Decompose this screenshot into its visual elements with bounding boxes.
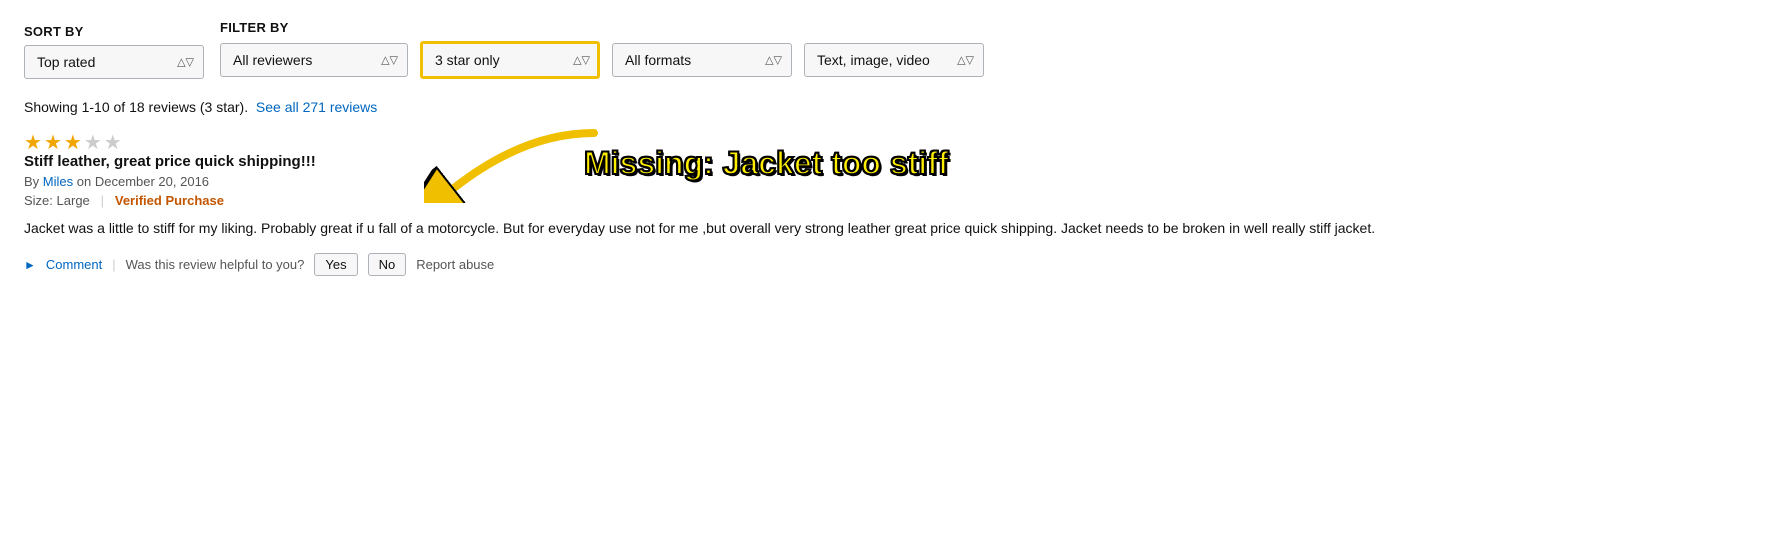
review-footer: ► Comment | Was this review helpful to y… (24, 253, 1754, 276)
filter-group: FILTER BY All reviewers Verified purchas… (220, 20, 984, 79)
annotation-callout: Missing: Jacket too stiff (424, 123, 949, 203)
see-all-link[interactable]: See all 271 reviews (256, 99, 377, 115)
helpful-no-button[interactable]: No (368, 253, 407, 276)
report-link[interactable]: Report abuse (416, 257, 494, 272)
reviewers-select[interactable]: All reviewers Verified purchase only (220, 43, 408, 77)
review-size-row: Size: Large | Verified Purchase (24, 193, 1754, 208)
review-date-prefix: on (77, 174, 95, 189)
sort-filter-section: SORT BY Top rated Most recent Most helpf… (24, 20, 1754, 79)
media-select-wrapper[interactable]: Text, image, video Text only Image/video… (804, 43, 984, 77)
review-author-link[interactable]: Miles (43, 174, 73, 189)
star-4-icon: ★ (84, 133, 102, 153)
review-title-row: ★ ★ ★ ★ ★ Stiff leather, great price qui… (24, 133, 316, 170)
filter-label: FILTER BY (220, 20, 984, 35)
comment-link[interactable]: Comment (46, 257, 102, 272)
showing-text: Showing 1-10 of 18 reviews (3 star). (24, 99, 248, 115)
star-1-icon: ★ (24, 133, 42, 153)
review-stars: ★ ★ ★ ★ ★ (24, 133, 316, 153)
filter-row: SORT BY Top rated Most recent Most helpf… (24, 20, 1754, 79)
reviewers-select-wrapper[interactable]: All reviewers Verified purchase only △▽ (220, 43, 408, 77)
annotation-arrow-icon (424, 123, 604, 203)
stars-select-wrapper[interactable]: All stars 5 star only 4 star only 3 star… (420, 41, 600, 79)
review-meta: By Miles on December 20, 2016 (24, 174, 1754, 189)
review-item: ★ ★ ★ ★ ★ Stiff leather, great price qui… (24, 133, 1754, 276)
sort-select[interactable]: Top rated Most recent Most helpful Top c… (24, 45, 204, 79)
sort-label: SORT BY (24, 24, 204, 39)
star-5-icon: ★ (104, 133, 122, 153)
star-3-icon: ★ (64, 133, 82, 153)
review-date: December 20, 2016 (95, 174, 209, 189)
size-separator: | (101, 193, 104, 208)
media-select[interactable]: Text, image, video Text only Image/video… (804, 43, 984, 77)
verified-label: Verified Purchase (115, 193, 224, 208)
helpful-question: Was this review helpful to you? (126, 257, 305, 272)
review-title: Stiff leather, great price quick shippin… (24, 153, 316, 170)
size-value: Large (57, 193, 90, 208)
showing-row: Showing 1-10 of 18 reviews (3 star). See… (24, 99, 1754, 115)
size-label: Size: (24, 193, 53, 208)
stars-select[interactable]: All stars 5 star only 4 star only 3 star… (420, 41, 600, 79)
sort-select-wrapper[interactable]: Top rated Most recent Most helpful Top c… (24, 45, 204, 79)
sort-group: SORT BY Top rated Most recent Most helpf… (24, 24, 204, 79)
footer-separator: | (112, 257, 115, 272)
helpful-yes-button[interactable]: Yes (314, 253, 357, 276)
star-2-icon: ★ (44, 133, 62, 153)
filter-selects: All reviewers Verified purchase only △▽ … (220, 41, 984, 79)
formats-select-wrapper[interactable]: All formats Text only Image/video △▽ (612, 43, 792, 77)
formats-select[interactable]: All formats Text only Image/video (612, 43, 792, 77)
comment-arrow-icon: ► (24, 258, 36, 272)
review-body: Jacket was a little to stiff for my liki… (24, 218, 1524, 239)
